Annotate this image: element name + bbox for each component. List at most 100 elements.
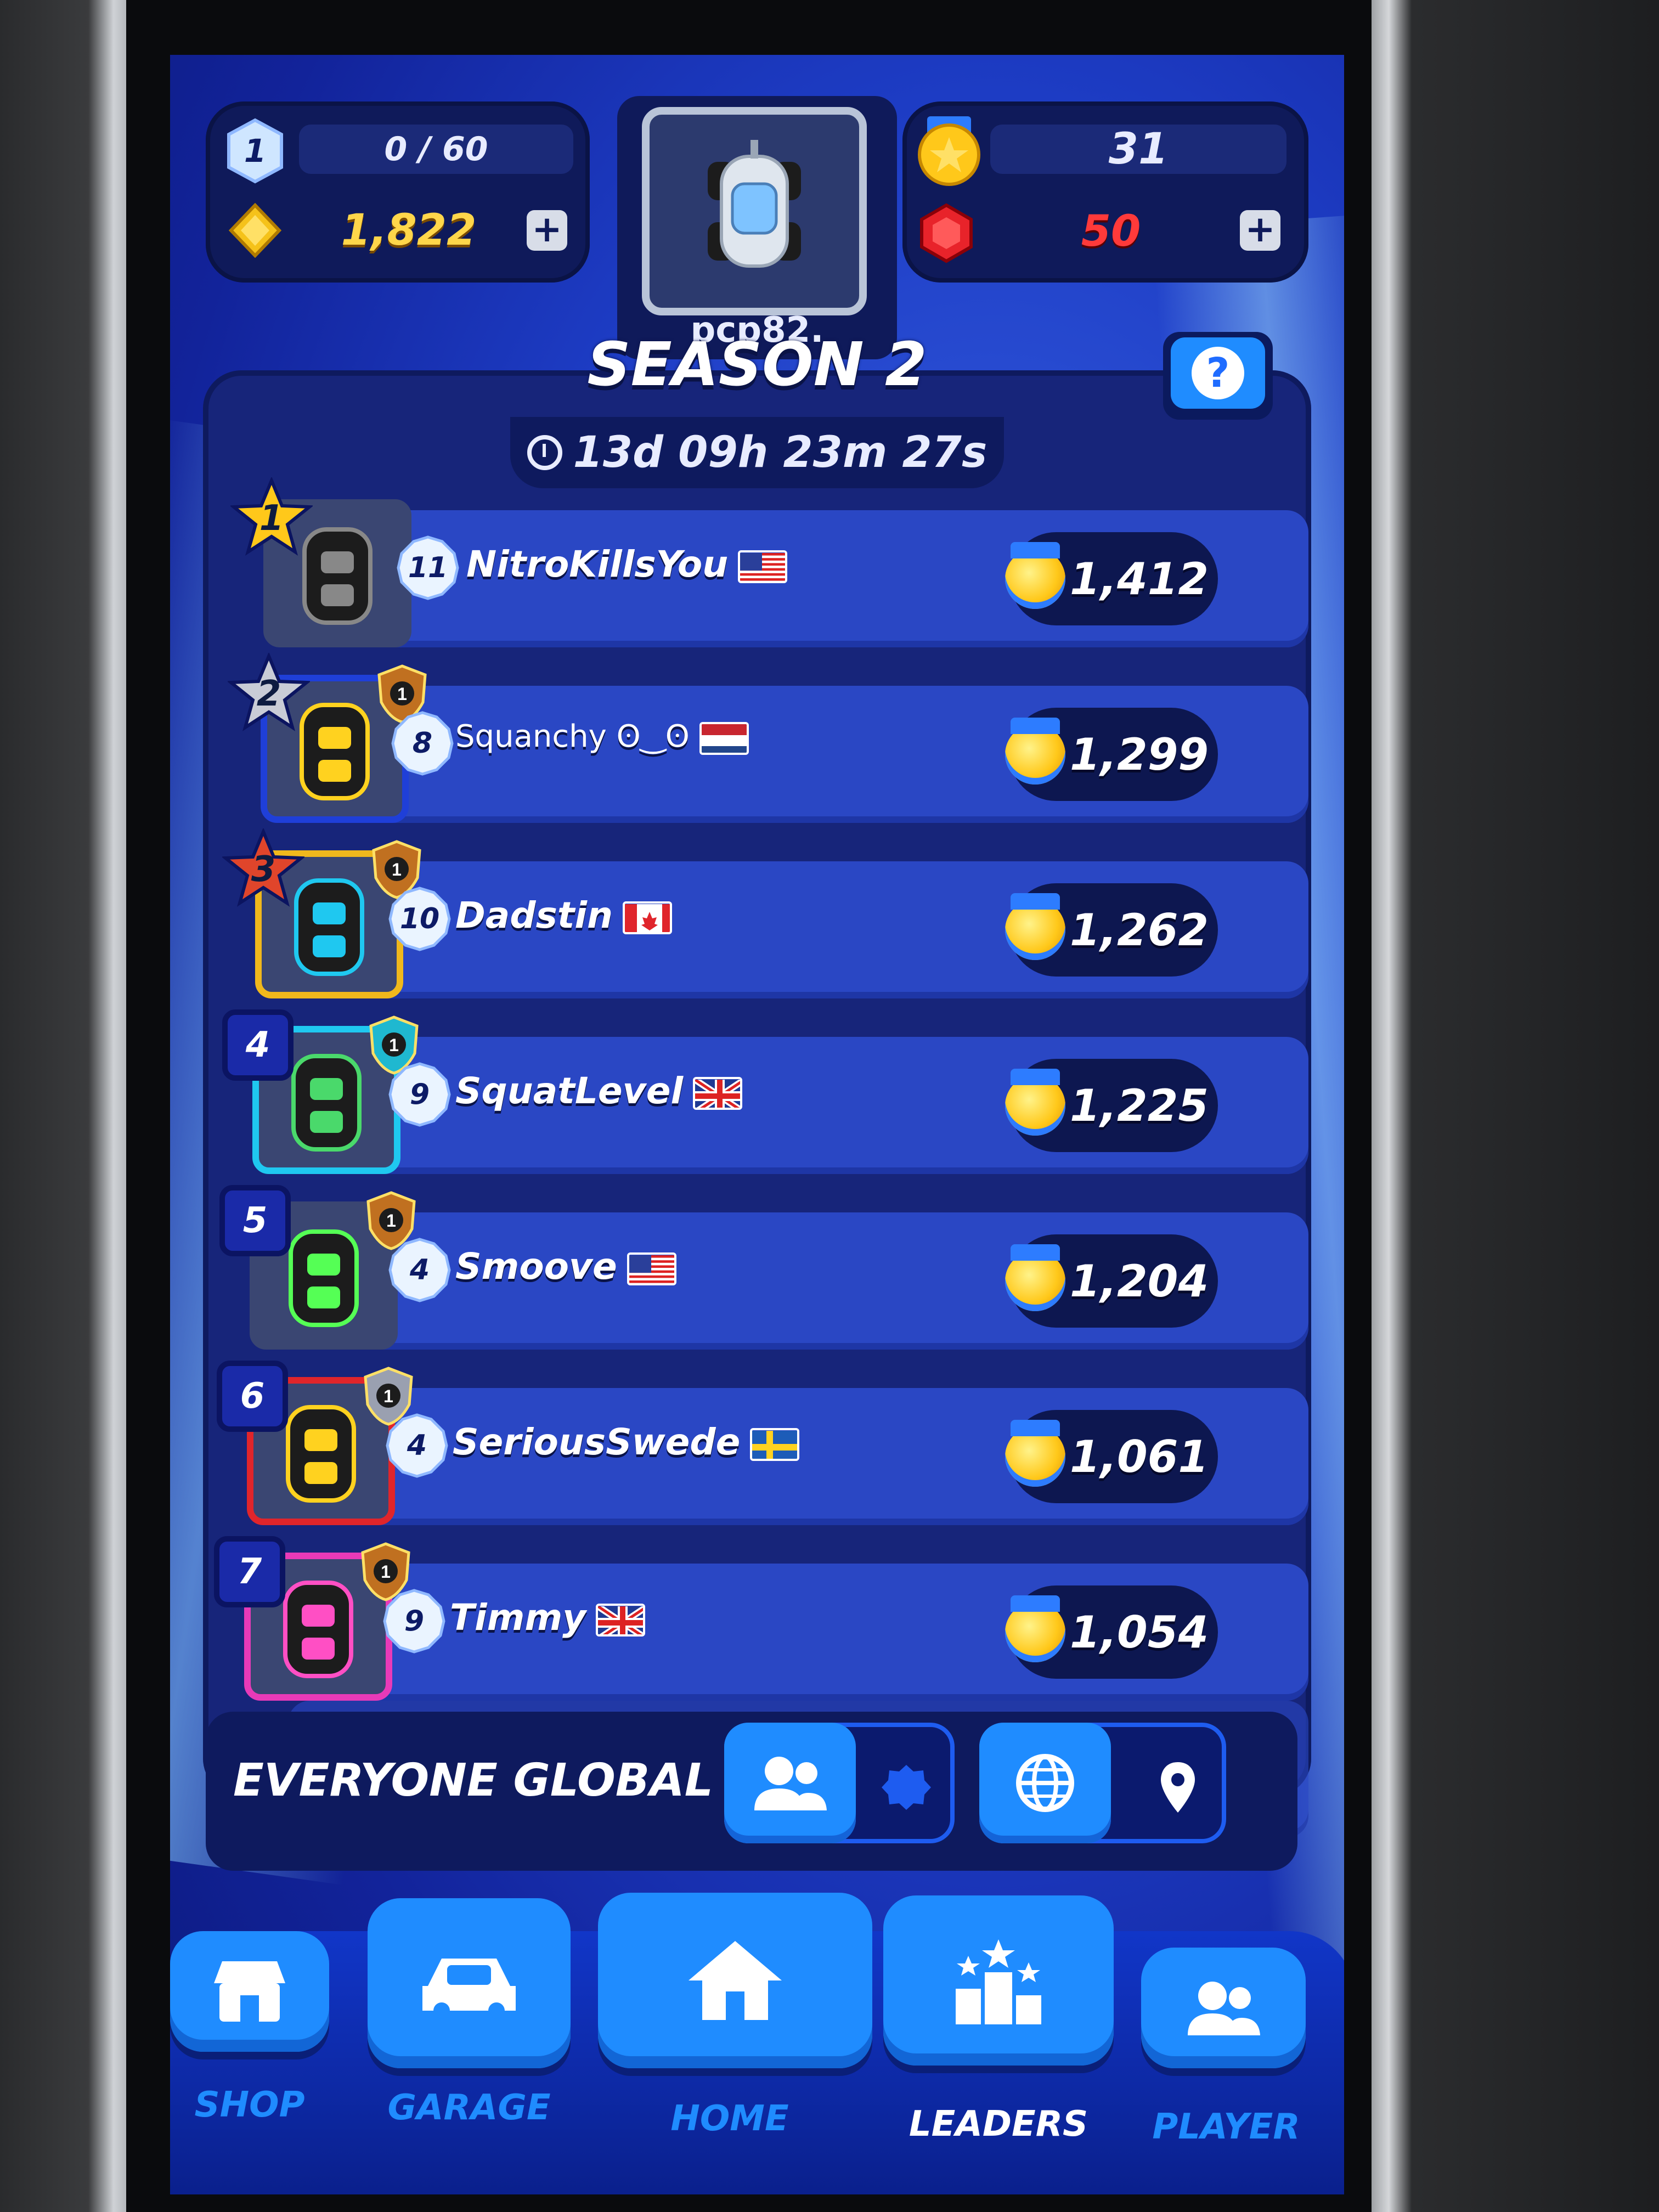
shop-icon — [214, 1961, 285, 2022]
nav-garage-button[interactable] — [368, 1898, 571, 2068]
country-flag-icon — [596, 1603, 646, 1637]
gem-count-box: 50 — [990, 207, 1232, 262]
score-pill: 1,299 — [1005, 708, 1218, 801]
player-level: 9 — [404, 1605, 425, 1638]
score-pill: 1,225 — [1005, 1059, 1218, 1152]
help-icon: ? — [1192, 347, 1244, 399]
player-level-badge: 8 — [390, 710, 455, 776]
nav-home-button[interactable] — [598, 1893, 872, 2068]
device-frame-right — [1372, 0, 1659, 2212]
people-icon — [754, 1757, 827, 1810]
help-button[interactable]: ? — [1163, 332, 1273, 420]
top-bar: 1 0 / 60 1,822 + pcp82. 31 50 + — [206, 96, 1308, 359]
home-icon — [689, 1941, 782, 2020]
score-pill: 1,412 — [1005, 532, 1218, 625]
nav-leaders-label[interactable]: LEADERS — [889, 2104, 1108, 2145]
friends-toggle[interactable] — [724, 1723, 955, 1843]
badge-icon — [882, 1765, 931, 1810]
region-toggle[interactable] — [979, 1723, 1226, 1843]
rank-star-badge: 1 — [230, 477, 313, 560]
podium-icon — [956, 1939, 1041, 2024]
nav-home-label[interactable]: HOME — [620, 2098, 839, 2139]
player-level: 4 — [409, 1254, 430, 1286]
xp-bar: 0 / 60 — [299, 125, 573, 174]
player-level-badge: 9 — [387, 1062, 453, 1127]
rank-number: 3 — [251, 849, 276, 890]
medal-icon — [1005, 718, 1065, 785]
rank-star-badge: 3 — [222, 828, 304, 911]
player-avatar[interactable] — [642, 107, 867, 315]
player-level: 9 — [409, 1078, 430, 1111]
player-level-badge: 9 — [381, 1588, 447, 1654]
player-name-text: SeriousSwede — [453, 1421, 741, 1463]
player-score: 1,204 — [1070, 1255, 1209, 1307]
score-pill: 1,204 — [1005, 1234, 1218, 1328]
coin-gem-icon — [228, 202, 283, 258]
device-frame-left — [0, 0, 126, 2212]
nav-player-button[interactable] — [1141, 1948, 1306, 2068]
player-name-text: Smoove — [455, 1245, 617, 1288]
season-timer: 13d 09h 23m 27s — [510, 417, 1004, 488]
player-name: SquatLevel — [455, 1070, 743, 1112]
player-level-badge: 4 — [387, 1237, 453, 1303]
country-flag-icon — [693, 1076, 743, 1110]
player-name: Smoove — [455, 1245, 676, 1288]
score-pill: 1,054 — [1005, 1585, 1218, 1679]
rank-number: 2 — [256, 674, 281, 714]
nav-shop-label[interactable]: SHOP — [170, 2085, 359, 2125]
rank-number: 4 — [222, 1009, 294, 1081]
player-name: Squanchy ʘ‿ʘ — [455, 719, 749, 755]
rank-number: 1 — [259, 498, 284, 539]
country-flag-icon — [623, 901, 673, 934]
player-name-text: Squanchy ʘ‿ʘ — [455, 719, 690, 754]
add-gems-button[interactable]: + — [1240, 210, 1280, 251]
player-level: 8 — [412, 727, 433, 760]
medal-icon — [1005, 1595, 1065, 1662]
medal-count-box: 31 — [990, 125, 1286, 174]
player-level: 4 — [407, 1429, 427, 1462]
add-coins-button[interactable]: + — [527, 210, 567, 251]
nav-leaders-button[interactable] — [883, 1895, 1114, 2066]
rank-star-badge: 2 — [228, 653, 310, 735]
nav-shop-button[interactable] — [170, 1931, 329, 2052]
player-name-text: NitroKillsYou — [466, 543, 729, 585]
rank-number: 5 — [219, 1185, 291, 1256]
player-score: 1,299 — [1070, 729, 1209, 780]
local-option[interactable] — [1145, 1754, 1211, 1820]
medal-icon — [1005, 893, 1065, 960]
svg-text:1: 1 — [392, 860, 402, 879]
player-level: 1 — [244, 132, 267, 170]
medal-icon — [1005, 542, 1065, 609]
red-gem-icon — [916, 203, 977, 263]
player-score: 1,054 — [1070, 1606, 1209, 1658]
score-pill: 1,061 — [1005, 1410, 1218, 1503]
location-pin-icon — [1161, 1762, 1195, 1813]
club-option[interactable] — [873, 1754, 939, 1820]
svg-text:1: 1 — [397, 684, 407, 704]
player-name: SeriousSwede — [453, 1421, 800, 1463]
player-level: 11 — [408, 551, 448, 584]
car-avatar-icon — [708, 140, 801, 268]
car-icon — [422, 1959, 516, 2019]
player-name-text: SquatLevel — [455, 1070, 684, 1112]
player-score: 1,225 — [1070, 1080, 1209, 1131]
game-screen: 1 0 / 60 1,822 + pcp82. 31 50 + SEASON 2… — [170, 55, 1344, 2194]
stopwatch-icon — [527, 435, 562, 470]
player-score: 1,061 — [1070, 1431, 1209, 1482]
player-score: 1,412 — [1070, 553, 1209, 605]
player-name-text: Timmy — [450, 1596, 586, 1639]
nav-player-label[interactable]: PLAYER — [1116, 2107, 1336, 2147]
everyone-option[interactable] — [724, 1723, 856, 1843]
global-option[interactable] — [979, 1723, 1111, 1843]
player-name: Dadstin — [455, 894, 673, 936]
players-icon — [1188, 1982, 1260, 2035]
player-level: 10 — [399, 902, 440, 935]
player-level-badge: 4 — [384, 1413, 450, 1479]
nav-garage-label[interactable]: GARAGE — [359, 2087, 579, 2128]
country-flag-icon — [750, 1427, 800, 1461]
player-name-text: Dadstin — [455, 894, 613, 936]
medal-icon — [1005, 1420, 1065, 1487]
svg-text:1: 1 — [383, 1386, 393, 1406]
country-flag-icon — [699, 721, 749, 755]
coin-count-box: 1,822 — [299, 206, 518, 261]
